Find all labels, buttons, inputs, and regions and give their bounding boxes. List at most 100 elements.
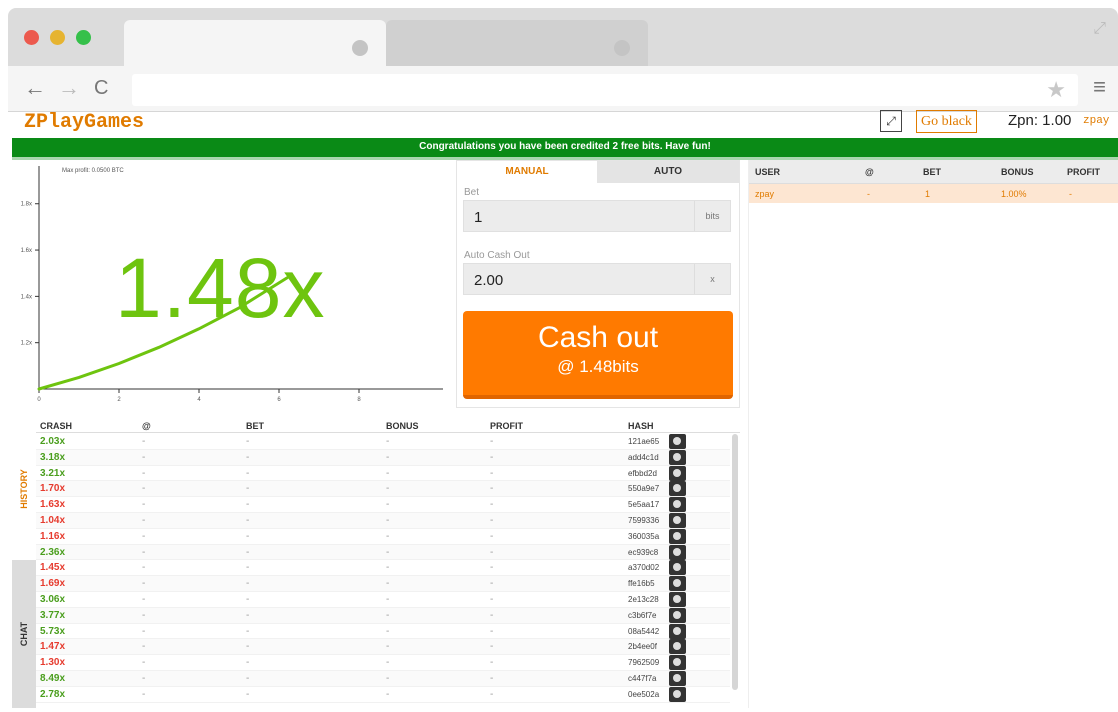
history-at-value: - bbox=[142, 451, 146, 463]
history-row[interactable]: 3.77x - - - - c3b6f7e bbox=[36, 607, 730, 624]
browser-menu-icon[interactable]: ≡ bbox=[1093, 74, 1106, 100]
history-row[interactable]: 8.49x - - - - c447f7a bbox=[36, 670, 730, 687]
y-tick-label: 1.4x bbox=[21, 294, 32, 300]
side-tabs: HISTORY CHAT bbox=[12, 418, 36, 708]
verify-hash-icon[interactable] bbox=[669, 576, 686, 592]
history-crash-value: 3.77x bbox=[40, 609, 66, 621]
history-row[interactable]: 1.69x - - - - ffe16b5 bbox=[36, 576, 730, 592]
history-profit-value: - bbox=[490, 499, 494, 511]
history-row[interactable]: 5.73x - - - - 08a5442 bbox=[36, 623, 730, 640]
col-crash: CRASH bbox=[40, 421, 73, 431]
history-profit-value: - bbox=[490, 436, 494, 447]
history-body: 2.03x - - - - 121ae65 3.18x - - - - add4c1d 3.21x - - -… bbox=[36, 434, 740, 703]
minimize-window-icon[interactable] bbox=[50, 30, 65, 45]
verify-hash-icon[interactable] bbox=[669, 544, 686, 560]
history-row[interactable]: 2.03x - - - - 121ae65 bbox=[36, 434, 730, 450]
history-crash-value: 1.70x bbox=[40, 483, 66, 495]
history-profit-value: - bbox=[490, 514, 494, 526]
tab-auto[interactable]: AUTO bbox=[597, 161, 739, 183]
verify-hash-icon[interactable] bbox=[669, 497, 686, 513]
verify-hash-icon[interactable] bbox=[669, 481, 686, 497]
verify-hash-icon[interactable] bbox=[669, 528, 686, 544]
history-at-value: - bbox=[142, 593, 146, 605]
player-row[interactable]: zpay - 1 1.00% - bbox=[749, 184, 1118, 203]
history-row[interactable]: 3.06x - - - - 2e13c28 bbox=[36, 591, 730, 608]
verify-hash-icon[interactable] bbox=[669, 560, 686, 576]
col-profit: PROFIT bbox=[1067, 167, 1100, 177]
history-bet-value: - bbox=[246, 625, 250, 637]
history-row[interactable]: 1.04x - - - - 7599336 bbox=[36, 512, 730, 529]
history-hash-value: c3b6f7e bbox=[628, 610, 657, 620]
history-row[interactable]: 1.70x - - - - 550a9e7 bbox=[36, 481, 730, 498]
history-row[interactable]: 2.78x - - - - 0ee502a bbox=[36, 686, 730, 703]
verify-hash-icon[interactable] bbox=[669, 655, 686, 671]
history-bet-value: - bbox=[246, 546, 250, 558]
verify-hash-icon[interactable] bbox=[669, 512, 686, 528]
history-profit-value: - bbox=[490, 483, 494, 495]
tab-history[interactable]: HISTORY bbox=[12, 418, 36, 560]
verify-hash-icon[interactable] bbox=[669, 591, 686, 607]
history-row[interactable]: 3.21x - - - - efbbd2d bbox=[36, 465, 730, 482]
username-link[interactable]: zpay bbox=[1083, 115, 1109, 127]
x-tick-label: 8 bbox=[357, 397, 361, 403]
banner-message: Congratulations you have been credited 2… bbox=[419, 141, 711, 152]
history-crash-value: 3.06x bbox=[40, 593, 66, 605]
tab-manual[interactable]: MANUAL bbox=[457, 161, 597, 183]
history-at-value: - bbox=[142, 562, 146, 574]
fullscreen-icon[interactable]: ⤢ bbox=[880, 110, 902, 132]
history-at-value: - bbox=[142, 530, 146, 542]
bookmark-star-icon[interactable]: ★ bbox=[1046, 77, 1066, 103]
history-bet-value: - bbox=[246, 578, 250, 590]
browser-tab-active[interactable] bbox=[124, 20, 386, 70]
history-row[interactable]: 1.16x - - - - 360035a bbox=[36, 528, 730, 545]
traffic-lights bbox=[24, 30, 91, 45]
history-row[interactable]: 1.30x - - - - 7962509 bbox=[36, 655, 730, 671]
tab-close-icon[interactable] bbox=[352, 40, 368, 56]
history-bonus-value: - bbox=[386, 514, 390, 526]
bet-input[interactable]: 1 bits bbox=[463, 200, 731, 232]
history-bet-value: - bbox=[246, 688, 250, 700]
history-bet-value: - bbox=[246, 499, 250, 511]
tab-chat[interactable]: CHAT bbox=[12, 560, 36, 708]
go-black-button[interactable]: Go black bbox=[916, 110, 977, 133]
player-bet: 1 bbox=[925, 189, 931, 199]
verify-hash-icon[interactable] bbox=[669, 686, 686, 702]
reload-icon[interactable]: C bbox=[94, 76, 108, 100]
maximize-window-icon[interactable] bbox=[76, 30, 91, 45]
site-logo[interactable]: ZPlayGames bbox=[24, 111, 144, 134]
forward-arrow-icon[interactable]: → bbox=[58, 76, 80, 100]
history-bet-value: - bbox=[246, 593, 250, 605]
close-window-icon[interactable] bbox=[24, 30, 39, 45]
address-bar[interactable]: ★ bbox=[132, 74, 1078, 106]
history-bet-value: - bbox=[246, 672, 250, 684]
y-tick-label: 1.2x bbox=[21, 341, 32, 347]
back-arrow-icon[interactable]: ← bbox=[24, 76, 46, 100]
history-bonus-value: - bbox=[386, 451, 390, 463]
history-scrollbar[interactable] bbox=[732, 434, 738, 690]
verify-hash-icon[interactable] bbox=[669, 465, 686, 481]
history-hash-value: 550a9e7 bbox=[628, 484, 660, 494]
verify-hash-icon[interactable] bbox=[669, 434, 686, 449]
col-bonus: BONUS bbox=[1001, 167, 1034, 177]
verify-hash-icon[interactable] bbox=[669, 639, 686, 655]
history-crash-value: 8.49x bbox=[40, 672, 66, 684]
verify-hash-icon[interactable] bbox=[669, 623, 686, 639]
tab-close-icon[interactable] bbox=[614, 40, 630, 56]
cash-out-button[interactable]: Cash out @ 1.48bits bbox=[463, 311, 733, 399]
cash-out-label: Cash out bbox=[537, 321, 659, 354]
player-profit: - bbox=[1069, 189, 1072, 199]
history-row[interactable]: 1.63x - - - - 5e5aa17 bbox=[36, 497, 730, 513]
crash-chart: 0 2 4 6 8 1.8x 1.6x 1.4x 1.2x Max profit: 0.0500… bbox=[12, 160, 452, 412]
history-row[interactable]: 2.36x - - - - ec939c8 bbox=[36, 544, 730, 561]
verify-hash-icon[interactable] bbox=[669, 607, 686, 623]
history-row[interactable]: 3.18x - - - - add4c1d bbox=[36, 449, 730, 466]
history-row[interactable]: 1.47x - - - - 2b4ee0f bbox=[36, 639, 730, 656]
verify-hash-icon[interactable] bbox=[669, 449, 686, 465]
auto-cashout-input[interactable]: 2.00 x bbox=[463, 263, 731, 295]
expand-window-icon[interactable]: ⤢ bbox=[1093, 20, 1106, 38]
verify-hash-icon[interactable] bbox=[669, 670, 686, 686]
browser-tab-new[interactable] bbox=[386, 20, 648, 70]
history-profit-value: - bbox=[490, 609, 494, 621]
history-table: CRASH @ BET BONUS PROFIT HASH 2.03x - - - -1… bbox=[36, 418, 740, 708]
history-row[interactable]: 1.45x - - - - a370d02 bbox=[36, 560, 730, 577]
